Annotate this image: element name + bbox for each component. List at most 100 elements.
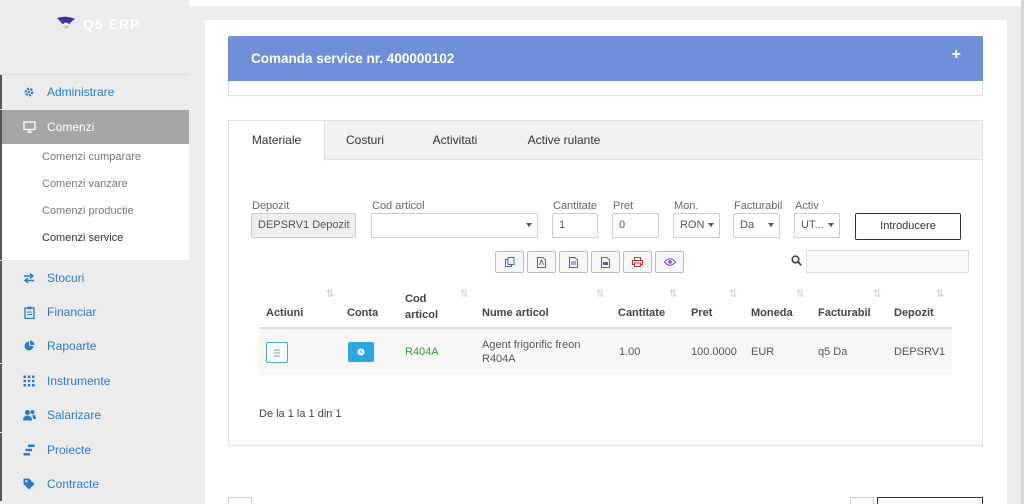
- pdf-export-icon: [601, 256, 610, 268]
- facturabil-select[interactable]: Da: [733, 213, 780, 238]
- pret-field[interactable]: 0: [612, 213, 659, 238]
- sidebar-item-label: Contracte: [47, 477, 100, 491]
- clock-icon: [357, 348, 365, 356]
- depozit-field: DEPSRV1 Depozit: [251, 213, 356, 238]
- sort-icon[interactable]: ⇅: [796, 289, 804, 300]
- sidebar-item-label: Rapoarte: [47, 339, 97, 353]
- activ-label: Activ: [795, 200, 819, 212]
- sidebar-item-administrare[interactable]: Administrare: [0, 75, 189, 109]
- submenu-item-comenzi-productie[interactable]: Comenzi productie: [42, 205, 134, 217]
- copy-icon: [504, 257, 514, 267]
- cell-facturabil: q5 Da: [818, 346, 848, 358]
- column-header-conta[interactable]: Conta: [347, 307, 378, 319]
- pret-label: Pret: [613, 200, 634, 212]
- chevron-down-icon: [828, 223, 834, 227]
- eye-icon: [663, 258, 676, 266]
- sort-icon[interactable]: ⇅: [596, 289, 604, 300]
- sidebar-item-label: Administrare: [47, 85, 115, 99]
- mon-select[interactable]: RON: [673, 213, 720, 238]
- tab-bar: Materiale Costuri Activitati Active rula…: [229, 121, 982, 161]
- gantt-icon: [22, 443, 36, 457]
- grid-icon: [22, 374, 36, 388]
- chevron-down-icon: [768, 223, 774, 227]
- sort-icon[interactable]: ⇅: [936, 289, 944, 300]
- print-button[interactable]: [623, 251, 652, 273]
- bottom-action-button[interactable]: [877, 497, 983, 504]
- column-header-cod-articol[interactable]: Cod articol: [405, 291, 445, 323]
- search-icon: [791, 255, 802, 266]
- sidebar-item-contracte[interactable]: Contracte: [0, 467, 189, 501]
- bottom-left-button[interactable]: [228, 497, 252, 504]
- order-panel-header[interactable]: Comanda service nr. 400000102 +: [228, 36, 983, 81]
- materials-card: Materiale Costuri Activitati Active rula…: [228, 120, 983, 446]
- conta-button[interactable]: [348, 342, 374, 362]
- submenu-item-comenzi-vanzare[interactable]: Comenzi vanzare: [42, 178, 128, 190]
- bottom-right-button[interactable]: [850, 497, 874, 504]
- menu-icon: [274, 349, 280, 356]
- sidebar-item-comenzi[interactable]: Comenzi: [0, 110, 189, 144]
- sidebar: Q5 Q5 ERP Administrare Comenzi Comenzi c…: [0, 0, 189, 504]
- tab-active-rulante[interactable]: Active rulante: [519, 121, 609, 160]
- view-button[interactable]: [655, 251, 684, 273]
- document-button[interactable]: [559, 251, 588, 273]
- chevron-down-icon: [526, 223, 532, 227]
- tag-icon: [22, 477, 36, 491]
- cell-cod-articol[interactable]: R404A: [405, 346, 439, 358]
- sidebar-item-label: Proiecte: [47, 443, 92, 457]
- print-icon: [632, 257, 643, 267]
- pie-chart-icon: [22, 339, 36, 353]
- facturabil-value: Da: [740, 219, 755, 231]
- pdf-icon: [537, 256, 546, 268]
- submenu-item-comenzi-service[interactable]: Comenzi service: [42, 232, 123, 244]
- pagination-info: De la 1 la 1 din 1: [259, 408, 342, 420]
- page-title: Comanda service nr. 400000102: [251, 51, 455, 66]
- tab-materiale[interactable]: Materiale: [229, 121, 325, 161]
- app-name: Q5 ERP: [83, 16, 141, 32]
- submenu-item-comenzi-cumparare[interactable]: Comenzi cumparare: [42, 151, 141, 163]
- activ-value: UT...: [801, 219, 824, 231]
- cod-articol-select[interactable]: [371, 213, 538, 238]
- submenu-comenzi: Comenzi cumparare Comenzi vanzare Comenz…: [0, 144, 189, 260]
- sidebar-item-salarizare[interactable]: Salarizare: [0, 398, 189, 432]
- sort-icon[interactable]: ⇅: [873, 289, 881, 300]
- sidebar-item-label: Salarizare: [47, 408, 102, 422]
- pdf-button[interactable]: [527, 251, 556, 273]
- cantitate-field[interactable]: 1: [552, 213, 598, 238]
- cell-depozit: DEPSRV1: [894, 346, 946, 358]
- logo-mark-text: Q5: [63, 24, 69, 29]
- row-actions-button[interactable]: [266, 342, 288, 363]
- sort-icon[interactable]: ⇅: [729, 289, 737, 300]
- logo-mark-icon: Q5: [57, 16, 75, 30]
- column-header-pret[interactable]: Pret: [691, 307, 712, 319]
- column-header-cantitate[interactable]: Cantitate: [618, 307, 665, 319]
- sidebar-item-instrumente[interactable]: Instrumente: [0, 364, 189, 398]
- sidebar-item-label: Comenzi: [47, 120, 95, 134]
- column-header-depozit[interactable]: Depozit: [894, 307, 934, 319]
- tab-costuri[interactable]: Costuri: [335, 121, 395, 160]
- pdf-export-button[interactable]: [591, 251, 620, 273]
- activ-select[interactable]: UT...: [794, 213, 840, 238]
- sidebar-item-financiar[interactable]: Financiar: [0, 295, 189, 329]
- sidebar-item-rapoarte[interactable]: Rapoarte: [0, 329, 189, 363]
- tab-activitati[interactable]: Activitati: [425, 121, 485, 160]
- expand-button[interactable]: +: [952, 46, 961, 64]
- gear-icon: [22, 85, 36, 99]
- copy-button[interactable]: [495, 251, 524, 273]
- table-search-input[interactable]: [806, 250, 969, 273]
- cell-moneda: EUR: [751, 346, 775, 358]
- column-header-nume-articol[interactable]: Nume articol: [482, 307, 549, 319]
- column-header-actiuni[interactable]: Actiuni: [266, 307, 303, 319]
- mon-label: Mon.: [674, 200, 699, 212]
- sort-icon[interactable]: ⇅: [326, 289, 334, 300]
- sort-icon[interactable]: ⇅: [460, 289, 468, 300]
- column-header-facturabil[interactable]: Facturabil: [818, 307, 871, 319]
- sidebar-item-proiecte[interactable]: Proiecte: [0, 433, 189, 467]
- app-logo[interactable]: Q5 Q5 ERP: [55, 16, 140, 32]
- cell-cantitate: 1.00: [619, 346, 641, 358]
- introducere-button[interactable]: Introducere: [855, 213, 961, 240]
- sidebar-item-stocuri[interactable]: Stocuri: [0, 261, 189, 295]
- sidebar-item-label: Instrumente: [47, 374, 111, 388]
- column-header-moneda[interactable]: Moneda: [751, 307, 793, 319]
- sort-icon[interactable]: ⇅: [669, 289, 677, 300]
- facturabil-label: Facturabil: [734, 200, 783, 212]
